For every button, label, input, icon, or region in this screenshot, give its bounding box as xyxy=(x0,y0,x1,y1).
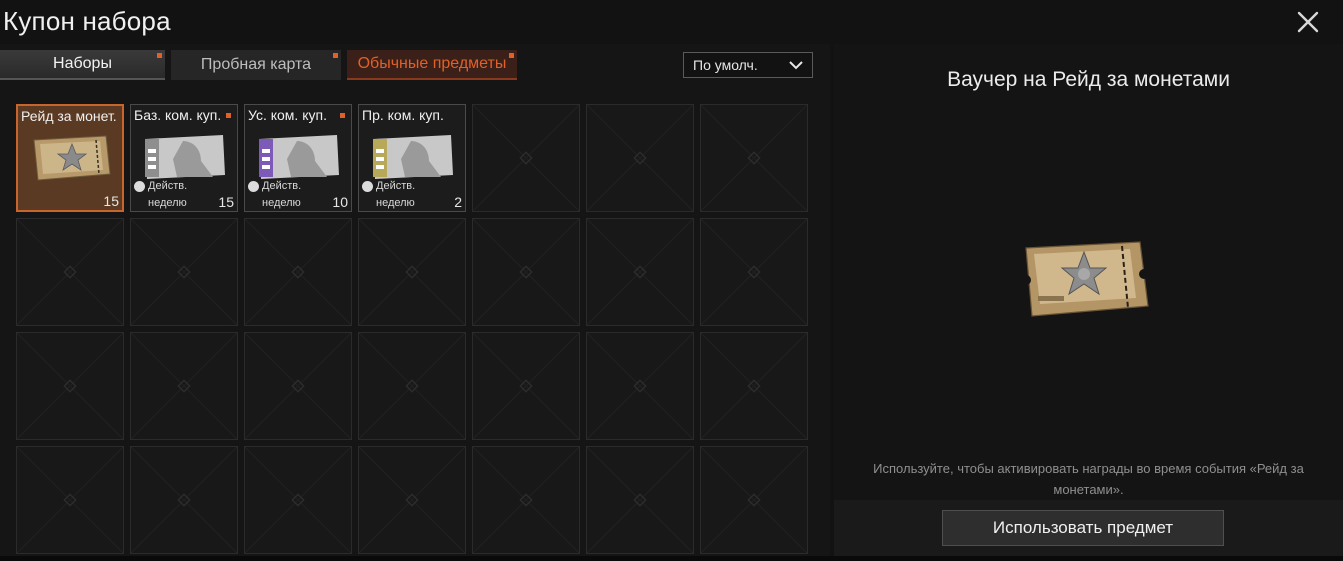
empty-inventory-slot xyxy=(244,218,352,326)
premium-commander-coupon-icon xyxy=(373,135,453,179)
empty-inventory-slot xyxy=(130,446,238,554)
notification-dot xyxy=(157,53,162,58)
empty-inventory-slot xyxy=(358,446,466,554)
item-validity-line2: неделю xyxy=(148,197,187,209)
sort-selected-value: По умолч. xyxy=(693,57,758,73)
empty-slot-icon xyxy=(701,333,807,439)
empty-inventory-slot xyxy=(244,332,352,440)
empty-slot-icon xyxy=(473,105,579,211)
basic-commander-coupon-icon xyxy=(145,135,225,179)
inventory-slot-basic-commander-coupon[interactable]: Баз. ком. куп. Действ. неделю 15 xyxy=(130,104,238,212)
empty-inventory-slot xyxy=(700,104,808,212)
empty-inventory-slot xyxy=(700,446,808,554)
sort-dropdown[interactable]: По умолч. xyxy=(683,52,813,78)
clock-icon xyxy=(362,181,373,192)
empty-slot-icon xyxy=(17,219,123,325)
empty-slot-icon xyxy=(17,333,123,439)
tab-trial-card[interactable]: Пробная карта xyxy=(171,50,341,80)
item-detail-panel: Ваучер на Рейд за монетами Используйте, … xyxy=(834,44,1343,500)
tab-common-items[interactable]: Обычные предметы xyxy=(347,50,517,80)
item-name: Баз. ком. куп. xyxy=(134,107,222,123)
empty-slot-icon xyxy=(359,333,465,439)
detail-title: Ваучер на Рейд за монетами xyxy=(947,68,1230,91)
empty-inventory-slot xyxy=(700,332,808,440)
empty-inventory-slot xyxy=(586,332,694,440)
tab-sets-label: Наборы xyxy=(53,55,112,72)
empty-inventory-slot xyxy=(358,332,466,440)
empty-slot-icon xyxy=(587,105,693,211)
inventory-slot-premium-commander-coupon[interactable]: Пр. ком. куп. Действ. неделю 2 xyxy=(358,104,466,212)
empty-slot-icon xyxy=(131,219,237,325)
clock-icon xyxy=(248,181,259,192)
item-name: Ус. ком. куп. xyxy=(248,107,327,123)
item-validity-line1: Действ. xyxy=(376,180,416,192)
use-item-button[interactable]: Использовать предмет xyxy=(942,510,1224,546)
empty-slot-icon xyxy=(131,333,237,439)
empty-inventory-slot xyxy=(130,332,238,440)
empty-inventory-slot xyxy=(472,218,580,326)
empty-slot-icon xyxy=(17,447,123,553)
empty-inventory-slot xyxy=(586,104,694,212)
empty-slot-icon xyxy=(245,333,351,439)
empty-slot-icon xyxy=(473,219,579,325)
empty-slot-icon xyxy=(473,333,579,439)
empty-inventory-slot xyxy=(586,218,694,326)
empty-slot-icon xyxy=(587,333,693,439)
bottom-bar xyxy=(0,556,1343,561)
inventory-slot-advanced-commander-coupon[interactable]: Ус. ком. куп. Действ. неделю 10 xyxy=(244,104,352,212)
empty-slot-icon xyxy=(587,447,693,553)
coin-raid-voucher-ticket-icon xyxy=(33,135,111,181)
empty-slot-icon xyxy=(587,219,693,325)
advanced-commander-coupon-icon xyxy=(259,135,339,179)
empty-slot-icon xyxy=(701,219,807,325)
empty-inventory-slot xyxy=(472,446,580,554)
empty-inventory-slot xyxy=(472,332,580,440)
empty-inventory-slot xyxy=(16,218,124,326)
item-name: Пр. ком. куп. xyxy=(362,107,444,123)
empty-inventory-slot xyxy=(130,218,238,326)
empty-slot-icon xyxy=(701,447,807,553)
item-validity-line1: Действ. xyxy=(148,180,188,192)
empty-slot-icon xyxy=(131,447,237,553)
item-count: 15 xyxy=(218,194,234,210)
item-validity-line2: неделю xyxy=(262,197,301,209)
item-name: Рейд за монет. xyxy=(21,108,117,124)
clock-icon xyxy=(134,181,145,192)
tab-trial-card-label: Пробная карта xyxy=(200,56,312,73)
notification-dot xyxy=(340,113,345,118)
empty-inventory-slot xyxy=(16,332,124,440)
item-count: 2 xyxy=(454,194,462,210)
coin-raid-voucher-ticket-icon xyxy=(1022,241,1149,317)
empty-inventory-slot xyxy=(244,446,352,554)
empty-slot-icon xyxy=(701,105,807,211)
empty-inventory-slot xyxy=(700,218,808,326)
tab-common-items-label: Обычные предметы xyxy=(357,55,507,72)
item-validity-line1: Действ. xyxy=(262,180,302,192)
item-count: 10 xyxy=(332,194,348,210)
notification-dot xyxy=(333,53,338,58)
empty-inventory-slot xyxy=(472,104,580,212)
item-count: 15 xyxy=(103,193,119,209)
window-title: Купон набора xyxy=(3,6,171,36)
empty-slot-icon xyxy=(245,447,351,553)
empty-slot-icon xyxy=(359,447,465,553)
tab-sets[interactable]: Наборы xyxy=(0,50,165,80)
coupon-window: Купон набора Наборы Пробная карта Обычны… xyxy=(0,0,1343,561)
empty-slot-icon xyxy=(359,219,465,325)
empty-slot-icon xyxy=(245,219,351,325)
empty-inventory-slot xyxy=(358,218,466,326)
empty-inventory-slot xyxy=(586,446,694,554)
item-validity-line2: неделю xyxy=(376,197,415,209)
notification-dot xyxy=(509,53,514,58)
inventory-slot-coin-raid[interactable]: Рейд за монет. 15 xyxy=(16,104,124,212)
detail-description: Используйте, чтобы активировать награды … xyxy=(873,461,1304,497)
close-icon[interactable] xyxy=(1294,8,1322,36)
empty-inventory-slot xyxy=(16,446,124,554)
notification-dot xyxy=(226,113,231,118)
chevron-down-icon xyxy=(789,61,803,70)
empty-slot-icon xyxy=(473,447,579,553)
inventory-panel: Наборы Пробная карта Обычные предметы По… xyxy=(0,44,830,556)
inventory-grid: Рейд за монет. 15 Баз. ком. куп. Действ.… xyxy=(16,104,808,554)
